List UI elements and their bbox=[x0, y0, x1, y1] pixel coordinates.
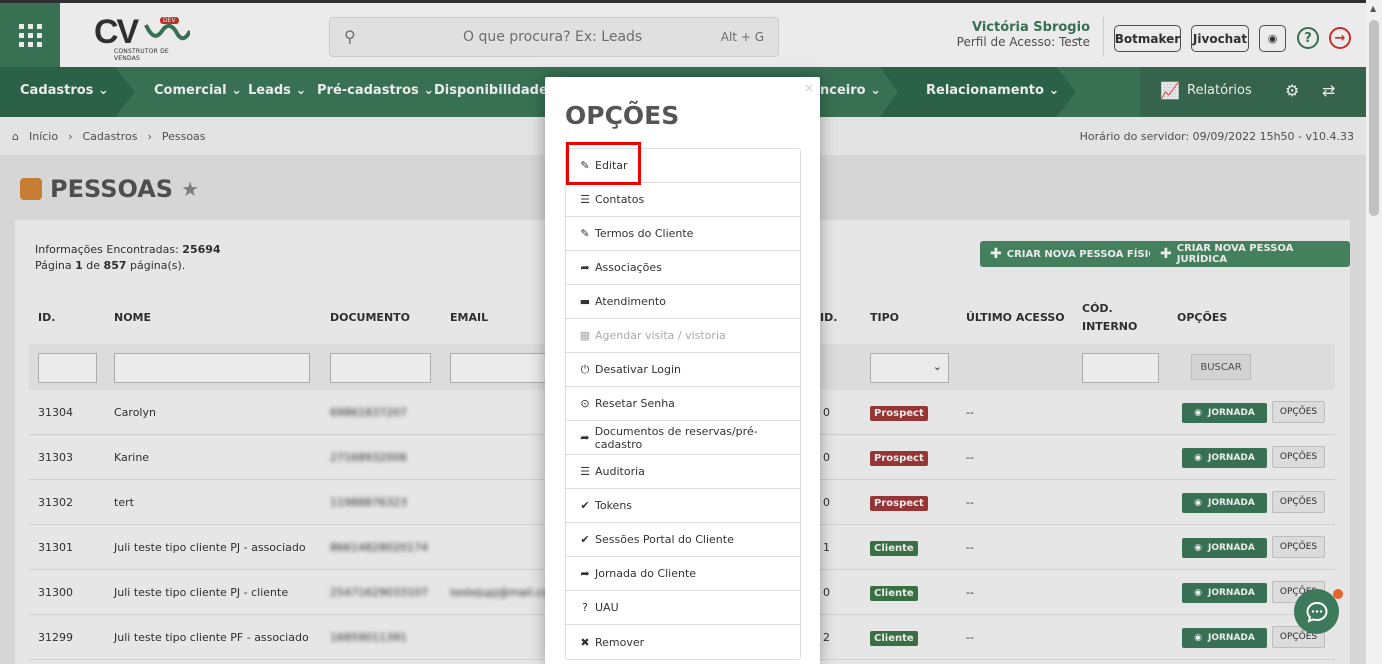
option-atendimento[interactable]: ▬ Atendimento bbox=[566, 285, 800, 319]
close-icon[interactable]: × bbox=[804, 81, 814, 95]
edit-icon: ✎ bbox=[580, 227, 590, 240]
chat-widget-button[interactable] bbox=[1294, 589, 1343, 634]
option-contatos[interactable]: ☰ Contatos bbox=[566, 183, 800, 217]
check-icon: ✔ bbox=[580, 499, 590, 512]
scroll-up-icon[interactable]: ▲ bbox=[1370, 4, 1376, 13]
remove-icon: ✖ bbox=[580, 635, 590, 649]
option-jornada-do-cliente[interactable]: ➦ Jornada do Cliente bbox=[566, 557, 800, 591]
power-icon: ⏻ bbox=[580, 362, 590, 376]
share-icon: ➦ bbox=[580, 431, 590, 444]
editar-highlight-box bbox=[566, 142, 641, 185]
list-icon: ☰ bbox=[580, 465, 590, 478]
option-uau[interactable]: ? UAU bbox=[566, 591, 800, 625]
option-desativar-login[interactable]: ⏻ Desativar Login bbox=[566, 353, 800, 387]
option-auditoria[interactable]: ☰ Auditoria bbox=[566, 455, 800, 489]
calendar-icon: ▦ bbox=[579, 329, 591, 342]
option-termos-do-cliente[interactable]: ✎ Termos do Cliente bbox=[566, 217, 800, 251]
list-icon: ☰ bbox=[580, 193, 590, 206]
check-icon: ✔ bbox=[580, 533, 590, 546]
option-remover[interactable]: ✖ Remover bbox=[566, 625, 800, 659]
share-icon: ➦ bbox=[580, 261, 590, 274]
question-icon: ? bbox=[582, 601, 588, 614]
options-list: ✎ Editar ☰ Contatos ✎ Termos do Cliente ➦ Assoc… bbox=[565, 148, 801, 660]
notification-dot bbox=[1333, 589, 1343, 599]
chat-bubble-icon bbox=[1305, 601, 1328, 623]
option-associacoes[interactable]: ➦ Associações bbox=[566, 251, 800, 285]
share-icon: ➦ bbox=[580, 567, 590, 580]
option-resetar-senha[interactable]: ⊙ Resetar Senha bbox=[566, 387, 800, 421]
reset-icon: ⊙ bbox=[580, 397, 590, 410]
page-scrollbar[interactable]: ▲ bbox=[1366, 0, 1382, 664]
modal-title: OPÇÕES bbox=[565, 101, 680, 130]
option-documentos-de-reservas-pre-cadastro[interactable]: ➦ Documentos de reservas/pré-cadastro bbox=[566, 421, 800, 455]
scrollbar-thumb[interactable] bbox=[1369, 20, 1379, 216]
comment-icon: ▬ bbox=[579, 295, 591, 308]
option-agendar-visita-vistoria[interactable]: ▦ Agendar visita / vistoria bbox=[566, 319, 800, 353]
option-sessoes-portal-do-cliente[interactable]: ✔ Sessões Portal do Cliente bbox=[566, 523, 800, 557]
option-tokens[interactable]: ✔ Tokens bbox=[566, 489, 800, 523]
